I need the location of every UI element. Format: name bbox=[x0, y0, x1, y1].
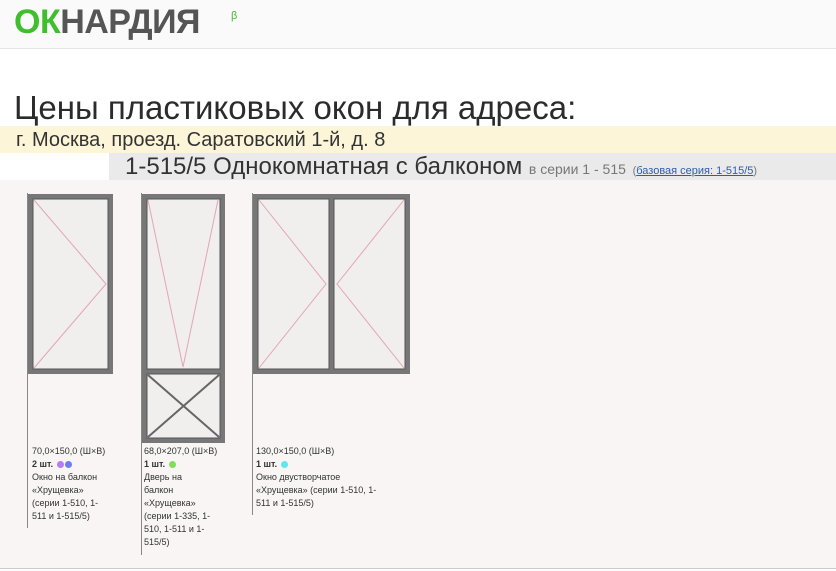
item-count: 1 шт. bbox=[144, 459, 166, 469]
item-desc-1: Окно на балкон bbox=[32, 472, 98, 482]
item-desc-3: «Хрущевка» bbox=[144, 498, 196, 508]
item-count: 1 шт. bbox=[256, 459, 278, 469]
item-size: 130,0×150,0 (Ш×В) bbox=[256, 446, 335, 456]
item-desc-1: Окно двустворчатое bbox=[256, 472, 341, 482]
item-count-row: 2 шт. bbox=[32, 458, 132, 471]
address-bar: г. Москва, проезд. Саратовский 1-й, д. 8 bbox=[0, 126, 836, 153]
item-count: 2 шт. bbox=[32, 459, 54, 469]
item-desc-3: (серии 1-510, 1- bbox=[32, 498, 99, 508]
window-drawing bbox=[28, 194, 113, 374]
address-text: г. Москва, проезд. Саратовский 1-й, д. 8 bbox=[16, 129, 386, 151]
item-desc-1: Дверь на bbox=[144, 472, 182, 482]
item-desc-4: 511 и 1-515/5) bbox=[32, 511, 90, 521]
item-desc-3: 511 и 1-515/5) bbox=[256, 498, 314, 508]
item-desc-6: 515/5) bbox=[144, 537, 170, 547]
item-caption: 68,0×207,0 (Ш×В) 1 шт. Дверь на балкон «… bbox=[144, 445, 234, 549]
item-count-row: 1 шт. bbox=[144, 458, 234, 471]
header: ОКНАРДИЯ β bbox=[0, 0, 836, 49]
bottom-divider bbox=[0, 568, 836, 569]
color-dot bbox=[168, 461, 176, 468]
base-series-link[interactable]: базовая серия: 1-515/5 bbox=[636, 165, 753, 177]
logo-rest: НАРДИЯ bbox=[60, 3, 200, 41]
item-desc-4: (серии 1-335, 1- bbox=[144, 511, 211, 521]
series-bar: 1-515/5 Однокомнатная с балконом в серии… bbox=[109, 153, 836, 180]
item-size: 70,0×150,0 (Ш×В) bbox=[32, 446, 106, 456]
series-name: 1-515/5 Однокомнатная с балконом bbox=[125, 153, 523, 180]
item-desc-2: «Хрущевка» bbox=[32, 485, 84, 495]
logo-beta: β bbox=[231, 10, 237, 22]
color-dot bbox=[64, 461, 72, 468]
item-caption: 130,0×150,0 (Ш×В) 1 шт. Окно двустворчат… bbox=[256, 445, 406, 510]
item-desc-2: балкон bbox=[144, 485, 174, 495]
item-desc-2: «Хрущевка» (серии 1-510, 1- bbox=[256, 485, 377, 495]
door-drawing bbox=[142, 194, 225, 443]
site-logo[interactable]: ОКНАРДИЯ β bbox=[14, 2, 237, 42]
color-dot bbox=[280, 461, 288, 468]
item-size: 68,0×207,0 (Ш×В) bbox=[144, 446, 218, 456]
series-subtitle: в серии 1 - 515 bbox=[528, 161, 626, 177]
paren-close: ) bbox=[753, 165, 758, 177]
logo-ok: ОК bbox=[14, 3, 61, 41]
window-drawing bbox=[253, 194, 410, 374]
page-title: Цены пластиковых окон для адреса: bbox=[14, 89, 577, 126]
color-dot bbox=[56, 461, 64, 468]
item-count-row: 1 шт. bbox=[256, 458, 406, 471]
item-caption: 70,0×150,0 (Ш×В) 2 шт. Окно на балкон «Х… bbox=[32, 445, 132, 523]
item-desc-5: 510, 1-511 и 1- bbox=[144, 524, 205, 534]
